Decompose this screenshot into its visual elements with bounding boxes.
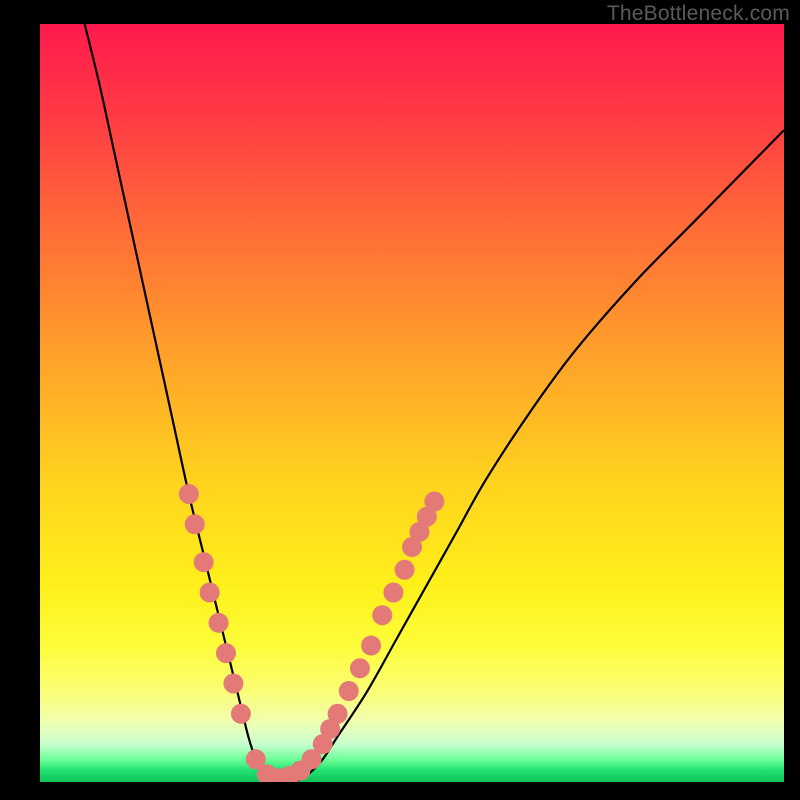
data-marker <box>328 704 348 724</box>
data-marker <box>179 484 199 504</box>
data-marker <box>231 704 251 724</box>
data-marker <box>216 643 236 663</box>
curve-markers <box>179 484 445 782</box>
data-marker <box>339 681 359 701</box>
data-marker <box>209 613 229 633</box>
data-marker <box>350 658 370 678</box>
plot-area <box>40 24 784 782</box>
data-marker <box>395 560 415 580</box>
data-marker <box>185 514 205 534</box>
watermark-text: TheBottleneck.com <box>607 2 790 26</box>
data-marker <box>361 636 381 656</box>
data-marker <box>424 492 444 512</box>
data-marker <box>194 552 214 572</box>
data-marker <box>223 673 243 693</box>
bottleneck-curve <box>85 24 784 782</box>
data-marker <box>383 583 403 603</box>
data-marker <box>372 605 392 625</box>
chart-svg <box>40 24 784 782</box>
data-marker <box>200 583 220 603</box>
chart-container: TheBottleneck.com <box>0 0 800 800</box>
